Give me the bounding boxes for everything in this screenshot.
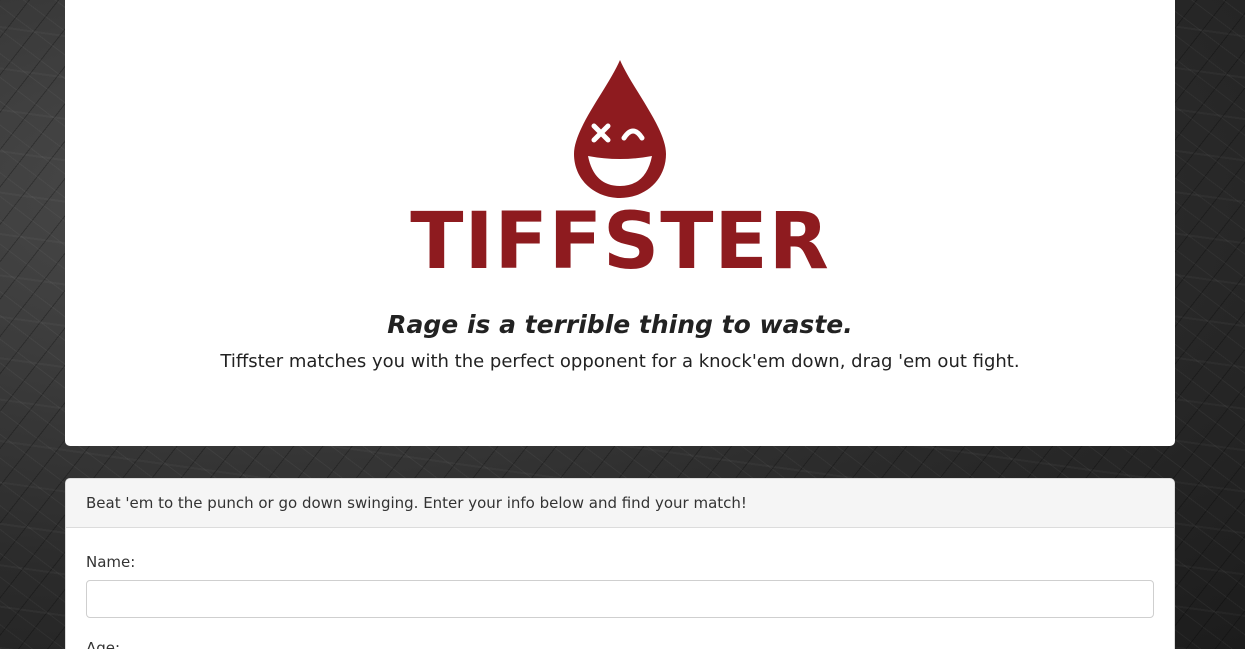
name-label: Name: xyxy=(86,553,136,571)
hero-panel: TIFFSTER Rage is a terrible thing to was… xyxy=(65,0,1175,446)
hero-headline: Rage is a terrible thing to waste. xyxy=(387,310,853,339)
card-body: Name: Age: xyxy=(66,528,1174,649)
blood-drop-logo-icon xyxy=(574,60,666,198)
card-header: Beat 'em to the punch or go down swingin… xyxy=(66,479,1174,528)
hero-subline: Tiffster matches you with the perfect op… xyxy=(220,351,1020,372)
brand-wordmark: TIFFSTER xyxy=(410,197,830,287)
name-input[interactable] xyxy=(86,580,1154,618)
logo: TIFFSTER xyxy=(65,58,1175,287)
age-label: Age: xyxy=(86,639,121,649)
signup-card: Beat 'em to the punch or go down swingin… xyxy=(65,478,1175,649)
